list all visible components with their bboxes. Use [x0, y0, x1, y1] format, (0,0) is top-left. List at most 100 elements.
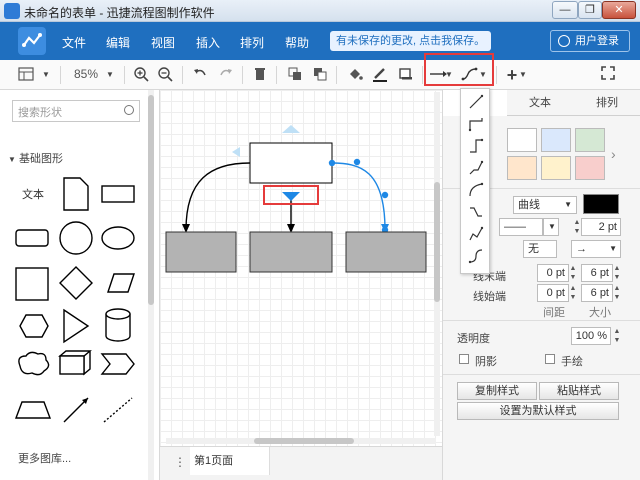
waypoint-handle[interactable] — [381, 191, 389, 199]
to-back-icon[interactable] — [310, 65, 330, 85]
hexagon-shape[interactable] — [19, 314, 49, 338]
process-box-top[interactable] — [249, 142, 333, 184]
hover-arrow-down-icon[interactable] — [282, 192, 300, 201]
zoom-out-icon[interactable] — [155, 65, 175, 85]
arrow-end-select[interactable]: → ▼ — [571, 240, 621, 258]
zoom-level[interactable]: 85% — [74, 67, 98, 81]
dotted-line-shape[interactable] — [103, 397, 133, 423]
end-spacing-spinner-icon[interactable]: ▲ ▼ — [569, 264, 577, 282]
cloud-shape[interactable] — [18, 351, 50, 376]
unsaved-notice[interactable]: 有未保存的更改, 点击我保存。 — [330, 31, 492, 51]
waypoint-handle[interactable] — [353, 158, 361, 166]
fullscreen-icon[interactable] — [598, 65, 618, 85]
start-spacing-input[interactable]: 0 pt — [537, 284, 569, 302]
fill-swatch[interactable] — [507, 128, 537, 152]
zoom-in-icon[interactable] — [131, 65, 151, 85]
connector-isometric-option-icon[interactable] — [467, 159, 485, 177]
end-size-spinner-icon[interactable]: ▲ ▼ — [613, 264, 621, 282]
hover-arrow-left-icon[interactable] — [232, 147, 240, 157]
chevron-right-icon[interactable]: › — [611, 146, 616, 162]
square-shape[interactable] — [15, 267, 49, 301]
rectangle-shape[interactable] — [101, 185, 135, 203]
line-pattern-dropdown-icon[interactable]: ▼ — [543, 218, 559, 236]
end-spacing-input[interactable]: 0 pt — [537, 264, 569, 282]
opacity-input[interactable]: 100 % — [571, 327, 611, 345]
section-basic-shapes[interactable]: ▼ 基础图形 — [8, 150, 63, 166]
menu-view[interactable]: 视图 — [151, 34, 175, 51]
line-width-spinner-icon[interactable]: ▲ ▼ — [573, 218, 581, 236]
connector-left[interactable] — [185, 162, 251, 231]
menu-edit[interactable]: 编辑 — [106, 34, 130, 51]
ellipse-shape[interactable] — [101, 226, 135, 250]
menu-arrange[interactable]: 排列 — [240, 34, 264, 51]
connector-waypoint-option-icon[interactable] — [467, 247, 485, 265]
left-scrollbar-thumb[interactable] — [148, 95, 154, 305]
menu-insert[interactable]: 插入 — [196, 34, 220, 51]
delete-icon[interactable] — [250, 65, 270, 85]
more-libraries-link[interactable]: 更多图库... — [18, 450, 71, 466]
tab-arrange[interactable]: 排列 — [573, 90, 640, 116]
start-size-spinner-icon[interactable]: ▲ ▼ — [613, 284, 621, 302]
rounded-rectangle-shape[interactable] — [15, 229, 49, 247]
fill-color-icon[interactable] — [345, 65, 365, 85]
connector-entity-option-icon[interactable] — [467, 203, 485, 221]
shadow-checkbox[interactable] — [459, 354, 469, 364]
step-shape[interactable] — [100, 353, 135, 375]
style-select[interactable]: 曲线 ▼ — [513, 196, 577, 214]
fill-swatch[interactable] — [541, 128, 571, 152]
close-button[interactable]: ✕ — [602, 1, 636, 19]
drawing-canvas[interactable] — [160, 90, 442, 446]
page-tab-1[interactable]: 第1页面 — [190, 447, 270, 475]
parallelogram-shape[interactable] — [107, 273, 135, 293]
paste-style-button[interactable]: 粘贴样式 — [539, 382, 619, 400]
trapezoid-shape[interactable] — [14, 401, 52, 419]
line-color-swatch[interactable] — [583, 194, 619, 214]
hover-arrow-up-icon[interactable] — [282, 125, 300, 133]
circle-shape[interactable] — [59, 221, 93, 255]
sketch-checkbox[interactable] — [545, 354, 555, 364]
shadow-icon[interactable] — [396, 65, 416, 85]
copy-style-button[interactable]: 复制样式 — [457, 382, 537, 400]
page-layout-icon[interactable] — [16, 65, 36, 85]
restore-button[interactable]: ❐ — [578, 1, 602, 19]
line-pattern-select[interactable]: —— — [499, 218, 543, 236]
canvas-horizontal-scrollbar-thumb[interactable] — [254, 438, 354, 444]
minimize-button[interactable]: — — [552, 1, 578, 19]
process-box-middle[interactable] — [249, 231, 333, 273]
zoom-dropdown-icon[interactable]: ▼ — [100, 65, 120, 85]
fill-swatch[interactable] — [575, 156, 605, 180]
redo-icon[interactable] — [216, 65, 236, 85]
connector-right-selected[interactable] — [331, 162, 386, 231]
fill-swatch[interactable] — [541, 156, 571, 180]
connector-orthogonal-option-icon[interactable] — [467, 115, 485, 133]
tab-text[interactable]: 文本 — [507, 90, 573, 116]
document-shape[interactable] — [63, 177, 89, 211]
menu-file[interactable]: 文件 — [62, 34, 86, 51]
triangle-shape[interactable] — [63, 308, 90, 344]
undo-icon[interactable] — [190, 65, 210, 85]
end-size-input[interactable]: 6 pt — [581, 264, 613, 282]
connector-zigzag-option-icon[interactable] — [467, 225, 485, 243]
menu-help[interactable]: 帮助 — [285, 34, 309, 51]
connector-curved-option-icon[interactable] — [467, 181, 485, 199]
process-box-right[interactable] — [345, 231, 427, 273]
layout-dropdown-icon[interactable]: ▼ — [36, 65, 56, 85]
start-spacing-spinner-icon[interactable]: ▲ ▼ — [569, 284, 577, 302]
waypoint-handle[interactable] — [328, 159, 336, 167]
canvas-vertical-scrollbar-thumb[interactable] — [434, 182, 440, 302]
canvas-horizontal-scrollbar[interactable] — [166, 438, 436, 444]
process-box-left[interactable] — [165, 231, 237, 273]
line-width-input[interactable]: 2 pt — [581, 218, 621, 236]
arrow-start-select[interactable]: 无 — [523, 240, 557, 258]
canvas-vertical-scrollbar[interactable] — [434, 92, 440, 436]
start-size-input[interactable]: 6 pt — [581, 284, 613, 302]
connector-elbow-option-icon[interactable] — [467, 137, 485, 155]
to-front-icon[interactable] — [285, 65, 305, 85]
diamond-shape[interactable] — [59, 266, 93, 300]
left-scrollbar[interactable] — [148, 90, 154, 480]
line-color-icon[interactable] — [370, 65, 390, 85]
search-icon[interactable] — [124, 105, 134, 115]
insert-dropdown-icon[interactable]: ▼ — [518, 65, 528, 85]
shape-search-input[interactable]: 搜索形状 — [12, 100, 140, 122]
fill-swatch[interactable] — [507, 156, 537, 180]
